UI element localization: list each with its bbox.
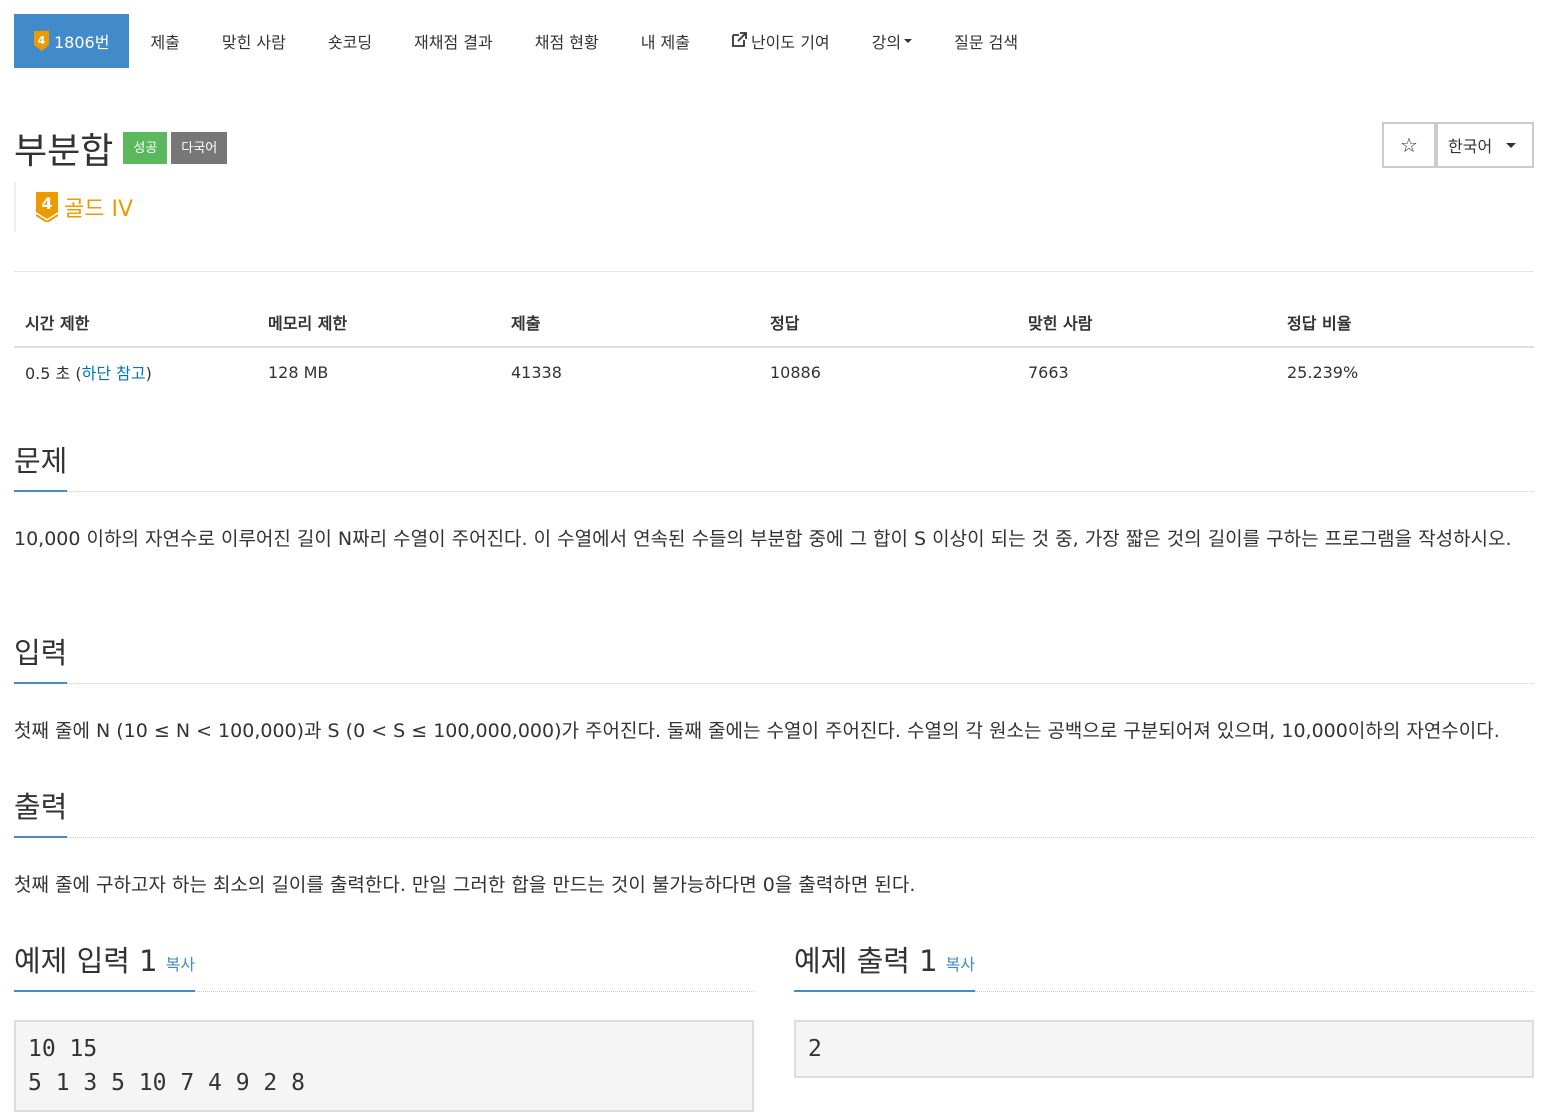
tab-rejudge-results[interactable]: 재채점 결과 xyxy=(393,14,514,68)
header-ratio: 정답 비율 xyxy=(1276,298,1534,348)
tab-solved-users[interactable]: 맞힌 사람 xyxy=(201,14,307,68)
time-limit-suffix: ) xyxy=(145,364,152,383)
time-limit-value: 0.5 초 ( xyxy=(25,364,82,383)
input-section-header: 입력 xyxy=(14,630,1534,684)
tier-text: 골드 IV xyxy=(64,197,134,222)
svg-text:4: 4 xyxy=(38,34,46,47)
tab-solved-users-label: 맞힌 사람 xyxy=(221,33,286,52)
output-section-header: 출력 xyxy=(14,784,1534,838)
copy-sample-input-button[interactable]: 복사 xyxy=(166,955,195,974)
submissions-cell: 41338 xyxy=(511,362,562,382)
memory-limit-cell: 128 MB xyxy=(268,362,329,382)
copy-sample-output-button[interactable]: 복사 xyxy=(946,955,975,974)
caret-down-icon xyxy=(1506,142,1517,148)
problem-tier: 4 골드 IV xyxy=(14,182,133,232)
tab-question-search-label: 질문 검색 xyxy=(954,33,1019,52)
language-label: 한국어 xyxy=(1448,137,1493,156)
time-limit-cell: 0.5 초 (하단 참고) xyxy=(14,347,257,396)
divider xyxy=(14,271,1534,272)
sample-output-header: 예제 출력 1 복사 xyxy=(794,938,1534,992)
solved-cell: 7663 xyxy=(1028,362,1069,382)
header-submissions: 제출 xyxy=(500,298,759,348)
time-limit-note-link[interactable]: 하단 참고 xyxy=(82,364,146,383)
tab-question-search[interactable]: 질문 검색 xyxy=(933,14,1039,68)
input-description: 첫째 줄에 N (10 ≤ N < 100,000)과 S (0 < S ≤ 1… xyxy=(14,720,1500,742)
sample-output-box[interactable]: 2 xyxy=(794,1020,1534,1078)
problem-title-row: 부분합 성공 다국어 xyxy=(14,122,228,174)
multilang-label: 다국어 xyxy=(171,132,228,164)
tab-difficulty-contribution[interactable]: 난이도 기여 xyxy=(711,14,851,68)
output-description: 첫째 줄에 구하고자 하는 최소의 길이를 출력한다. 만일 그러한 합을 만드… xyxy=(14,874,916,896)
header-time-limit: 시간 제한 xyxy=(14,298,257,348)
problem-description: 10,000 이하의 자연수로 이루어진 길이 N짜리 수열이 주어진다. 이 … xyxy=(14,528,1512,550)
header-solved: 맞힌 사람 xyxy=(1017,298,1276,348)
table-header-row: 시간 제한 메모리 제한 제출 정답 맞힌 사람 정답 비율 xyxy=(14,298,1534,348)
tab-judge-status[interactable]: 채점 현황 xyxy=(514,14,620,68)
tab-judge-status-label: 채점 현황 xyxy=(534,33,599,52)
language-dropdown[interactable]: 한국어 xyxy=(1436,122,1534,168)
sample-input-box[interactable]: 10 15 5 1 3 5 10 7 4 9 2 8 xyxy=(14,1020,754,1112)
caret-down-icon xyxy=(904,39,913,43)
svg-text:4: 4 xyxy=(41,194,52,213)
header-memory-limit: 메모리 제한 xyxy=(257,298,500,348)
problem-nav-tabs: 4 1806번 제출 맞힌 사람 숏코딩 재채점 결과 채점 현황 내 제출 난… xyxy=(14,14,1039,68)
tab-short-coding-label: 숏코딩 xyxy=(327,33,373,52)
tab-problem-label: 1806번 xyxy=(54,33,110,52)
gold-tier-icon: 4 xyxy=(34,31,49,51)
accepted-cell: 10886 xyxy=(770,362,821,382)
header-accepted: 정답 xyxy=(759,298,1017,348)
sample-input-header: 예제 입력 1 복사 xyxy=(14,938,754,992)
tab-my-submissions-label: 내 제출 xyxy=(640,33,690,52)
gold-tier-icon: 4 xyxy=(36,192,58,222)
title-actions: ☆ 한국어 xyxy=(1382,122,1534,168)
success-label: 성공 xyxy=(123,132,168,164)
problem-section-title: 문제 xyxy=(14,438,68,492)
tab-submit[interactable]: 제출 xyxy=(129,14,200,68)
tab-my-submissions[interactable]: 내 제출 xyxy=(620,14,711,68)
ratio-cell: 25.239% xyxy=(1287,362,1359,382)
output-section-title: 출력 xyxy=(14,784,68,838)
tab-short-coding[interactable]: 숏코딩 xyxy=(307,14,393,68)
problem-info-table: 시간 제한 메모리 제한 제출 정답 맞힌 사람 정답 비율 0.5 초 (하단… xyxy=(14,298,1534,396)
sample-input-title: 예제 입력 1 xyxy=(14,944,158,978)
tab-difficulty-contribution-label: 난이도 기여 xyxy=(750,33,830,52)
problem-title: 부분합 xyxy=(14,131,114,172)
sample-output-title: 예제 출력 1 xyxy=(794,944,938,978)
external-link-icon xyxy=(732,31,747,51)
tab-submit-label: 제출 xyxy=(150,33,180,52)
input-section-title: 입력 xyxy=(14,630,68,684)
tab-rejudge-results-label: 재채점 결과 xyxy=(414,33,493,52)
star-icon: ☆ xyxy=(1400,133,1418,157)
tab-problem[interactable]: 4 1806번 xyxy=(14,14,130,68)
problem-section-header: 문제 xyxy=(14,438,1534,492)
star-button[interactable]: ☆ xyxy=(1382,122,1436,168)
tab-lectures[interactable]: 강의 xyxy=(851,14,933,68)
table-row: 0.5 초 (하단 참고) 128 MB 41338 10886 7663 25… xyxy=(14,347,1534,396)
tab-lectures-label: 강의 xyxy=(871,33,902,52)
